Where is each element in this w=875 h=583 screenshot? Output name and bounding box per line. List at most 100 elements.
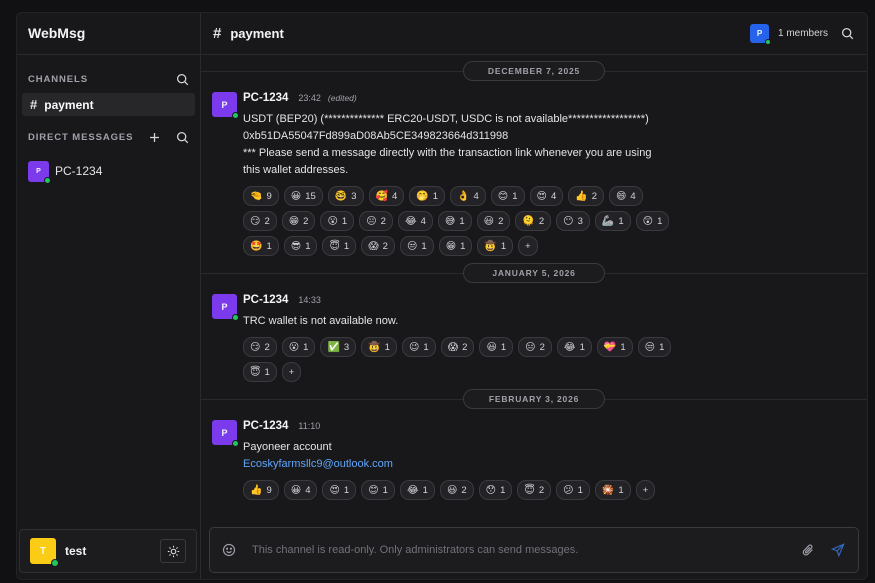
reaction-chip[interactable]: 😁 2 [281, 211, 316, 231]
search-icon[interactable] [175, 72, 189, 86]
reaction-chip[interactable]: 😊 1 [361, 480, 395, 500]
reaction-emoji: 🤓 [334, 190, 348, 202]
date-separator: DECEMBER 7, 2025 [201, 61, 867, 81]
reaction-emoji: 😯 [485, 484, 497, 496]
reaction-chip[interactable]: 😒 1 [637, 337, 672, 357]
search-icon[interactable] [841, 27, 855, 41]
reaction-chip[interactable]: 😂 1 [399, 480, 435, 500]
reaction-chip[interactable]: 😃 1 [479, 337, 514, 357]
send-icon[interactable] [830, 542, 846, 558]
reaction-chip[interactable]: 😕 1 [556, 480, 590, 500]
reaction-emoji: 😑 [525, 341, 536, 353]
reaction-chip[interactable]: 😄 4 [608, 186, 643, 206]
reaction-chip[interactable]: 😃 2 [439, 480, 474, 500]
reaction-chip[interactable]: 💝 1 [596, 337, 633, 357]
reaction-chip[interactable]: 😍 4 [529, 186, 564, 206]
reaction-count: 1 [343, 240, 350, 252]
theme-toggle-button[interactable] [160, 539, 186, 563]
reaction-count: 1 [579, 341, 585, 353]
reaction-count: 1 [618, 484, 624, 496]
reaction-emoji: 😅 [444, 215, 456, 227]
reaction-count: 2 [539, 341, 545, 353]
sidebar-item-payment[interactable]: # payment [22, 93, 195, 116]
reaction-count: 1 [460, 240, 466, 252]
reaction-chip[interactable]: 😍 1 [322, 480, 357, 500]
reaction-chip[interactable]: 😲 1 [635, 211, 670, 231]
search-icon[interactable] [175, 130, 189, 144]
reaction-chip[interactable]: 😯 1 [478, 480, 513, 500]
reaction-chip[interactable]: 😊 1 [490, 186, 525, 206]
add-reaction-button[interactable]: + [635, 480, 656, 500]
paperclip-icon[interactable] [801, 543, 816, 558]
online-status-dot [232, 112, 239, 119]
reaction-chip[interactable]: 🫠 2 [515, 211, 552, 231]
reaction-chip[interactable]: 😇 1 [243, 362, 277, 382]
reaction-chip[interactable]: 👍 9 [243, 480, 279, 500]
reaction-chip[interactable]: 😇 2 [517, 480, 552, 500]
reaction-chip[interactable]: ✅ 3 [320, 337, 357, 357]
reaction-chip[interactable]: 😁 1 [438, 236, 473, 256]
reaction-chip[interactable]: 😮 1 [320, 211, 355, 231]
reaction-chip[interactable]: 👍 2 [568, 186, 604, 206]
reaction-chip[interactable]: 🤠 1 [477, 236, 514, 256]
reaction-chip[interactable]: 🤭 1 [409, 186, 446, 206]
reaction-chip[interactable]: 👌 4 [450, 186, 486, 206]
reaction-chip[interactable]: 😀 15 [283, 186, 323, 206]
reaction-chip[interactable]: 😂 4 [397, 211, 433, 231]
reaction-chip[interactable]: 😱 2 [440, 337, 475, 357]
reaction-chip[interactable]: 😉 1 [401, 337, 436, 357]
reaction-chip[interactable]: 🎇 1 [594, 480, 631, 500]
reaction-chip[interactable]: 😑 2 [518, 337, 552, 357]
online-status-dot [51, 559, 59, 567]
reaction-chip[interactable]: 🤏 9 [243, 186, 279, 206]
sidebar-item-pc-1234[interactable]: P PC-1234 [17, 159, 200, 184]
message-author[interactable]: PC-1234 [243, 92, 288, 104]
plus-icon[interactable] [147, 130, 161, 144]
reaction-chip[interactable]: 😂 1 [556, 337, 592, 357]
avatar[interactable]: T [30, 538, 59, 567]
reaction-emoji: 😁 [288, 215, 300, 227]
reaction-chip[interactable]: 😶 3 [556, 211, 590, 231]
email-link[interactable]: Ecoskyfarmsllc9@outlook.com [243, 456, 673, 473]
reaction-chip[interactable]: 😏 2 [243, 337, 277, 357]
reaction-count: 1 [500, 341, 507, 353]
reaction-chip[interactable]: 😀 4 [283, 480, 318, 500]
reaction-chip[interactable]: 😐 2 [359, 211, 393, 231]
smile-icon[interactable] [222, 543, 236, 557]
reaction-chip[interactable]: 😱 2 [361, 236, 395, 256]
reaction-chip[interactable]: 🤠 1 [361, 337, 397, 357]
sun-icon [167, 545, 179, 557]
avatar[interactable]: P [212, 420, 239, 447]
add-reaction-button[interactable]: + [518, 236, 538, 256]
reaction-chip[interactable]: 😅 1 [437, 211, 472, 231]
dm-label: PC-1234 [55, 164, 103, 178]
reaction-chip[interactable]: 😎 1 [283, 236, 318, 256]
reaction-chip[interactable]: 😇 1 [322, 236, 357, 256]
avatar[interactable]: P [212, 92, 239, 119]
reaction-chip[interactable]: 😏 2 [243, 211, 277, 231]
message-text: this wallet addresses. [243, 164, 349, 176]
reaction-chip[interactable]: 🥰 4 [368, 186, 405, 206]
message-author[interactable]: PC-1234 [243, 294, 288, 306]
avatar-initial: P [756, 29, 763, 38]
member-count[interactable]: 1 members [778, 28, 828, 39]
reaction-chip[interactable]: 😃 2 [476, 211, 511, 231]
reaction-chip[interactable]: 🤓 3 [327, 186, 364, 206]
reaction-chip[interactable]: 😮 1 [281, 337, 316, 357]
reaction-chip[interactable]: 😒 1 [399, 236, 434, 256]
message-author[interactable]: PC-1234 [243, 420, 288, 432]
reaction-count: 2 [498, 215, 504, 227]
avatar[interactable]: P [749, 24, 771, 45]
reaction-list: 🤏 9 😀 15 🤓 3 🥰 4 🤭 1 👌 4 😊 1 😍 4 👍 2 😄 4 😏 2 😁 2 😮 1 😐 2 😂 4 😅 1 😃 2 🫠 2 😶 3 🦾… [243, 186, 673, 256]
message: P PC-1234 23:42 (edited) USDT (BEP20) (*****… [201, 92, 867, 256]
reaction-emoji: 😱 [368, 240, 379, 252]
channel-label: payment [44, 97, 94, 112]
message: P PC-1234 14:33 TRC wallet is not available… [201, 294, 867, 382]
add-reaction-button[interactable]: + [281, 362, 302, 382]
avatar[interactable]: P [212, 294, 239, 321]
reaction-emoji: 😎 [290, 240, 302, 252]
reaction-emoji: 😇 [329, 240, 340, 252]
reaction-chip[interactable]: 🤩 1 [243, 236, 279, 256]
reaction-chip[interactable]: 🦾 1 [594, 211, 631, 231]
message-input[interactable] [252, 544, 786, 556]
